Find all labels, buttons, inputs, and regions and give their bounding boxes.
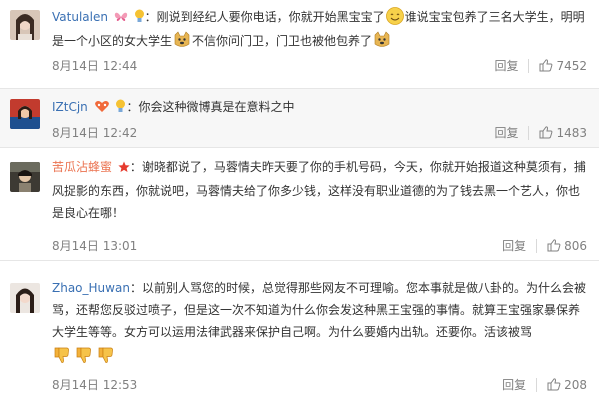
comment-timestamp: 8月14日 12:42 <box>52 126 138 140</box>
comment-timestamp: 8月14日 13:01 <box>52 239 138 253</box>
comment-item: Zhao_Huwan：以前别人骂您的时候，总觉得那些网友不可理喻。您本事就是做八… <box>0 261 599 401</box>
reply-button[interactable]: 回复 <box>502 237 526 254</box>
star-icon <box>118 158 130 180</box>
divider <box>536 238 538 253</box>
reply-button[interactable]: 回复 <box>494 57 518 74</box>
thumbs-down-icon <box>76 347 91 363</box>
like-count: 208 <box>564 377 587 392</box>
comment-body: Zhao_Huwan：以前别人骂您的时候，总觉得那些网友不可理喻。您本事就是做八… <box>52 277 590 365</box>
divider <box>528 125 530 140</box>
comment-actions: 回复 208 <box>502 376 587 393</box>
comment-timestamp: 8月14日 12:53 <box>52 378 138 392</box>
thumbs-up-icon <box>539 59 553 72</box>
thumbs-down-icon <box>98 347 113 363</box>
comment-body: Vatulalen ：刚说到经纪人要你电话，你就开始黑宝宝了 谁说宝宝包养了三名大… <box>52 6 590 52</box>
like-count: 806 <box>564 238 587 253</box>
divider <box>536 377 538 392</box>
like-button[interactable]: 208 <box>547 378 587 392</box>
comment-body: 苦瓜沾蜂蜜 ：谢晓都说了，马蓉情夫昨天要了你的手机号码，今天，你就开始报道这种莫… <box>52 158 586 220</box>
bulb-icon <box>134 8 145 30</box>
like-button[interactable]: 7452 <box>539 59 587 73</box>
reply-button[interactable]: 回复 <box>494 124 518 141</box>
heart-badge-icon <box>94 98 110 120</box>
avatar[interactable] <box>10 10 40 40</box>
doge-emoji-icon <box>173 31 191 49</box>
thumbs-up-icon <box>547 378 561 391</box>
like-button[interactable]: 806 <box>547 239 587 253</box>
avatar[interactable] <box>10 283 40 313</box>
username-link[interactable]: Vatulalen <box>52 10 108 24</box>
comment-actions: 回复 7452 <box>494 57 587 74</box>
comment-timestamp: 8月14日 12:44 <box>52 59 138 73</box>
doge-emoji-icon <box>373 31 391 49</box>
thumbs-up-icon <box>539 126 553 139</box>
comment-body: IZtCjn ：你会这种微博真是在意料之中 <box>52 96 590 120</box>
thumbs-up-icon <box>547 239 561 252</box>
butterfly-icon <box>114 8 128 30</box>
avatar[interactable] <box>10 162 40 192</box>
like-button[interactable]: 1483 <box>539 126 587 140</box>
comment-item: IZtCjn ：你会这种微博真是在意料之中 8月14日 12:42 回复 148… <box>0 89 599 147</box>
like-count: 7452 <box>556 58 587 73</box>
smile-emoji-icon <box>385 7 404 25</box>
divider <box>528 58 530 73</box>
comment-item: 苦瓜沾蜂蜜 ：谢晓都说了，马蓉情夫昨天要了你的手机号码，今天，你就开始报道这种莫… <box>0 148 599 260</box>
thumbs-down-icon <box>54 347 69 363</box>
comment-item: Vatulalen ：刚说到经纪人要你电话，你就开始黑宝宝了 谁说宝宝包养了三名大… <box>0 0 599 88</box>
reply-button[interactable]: 回复 <box>502 376 526 393</box>
thumbs-down-emoji-row <box>52 346 116 364</box>
avatar[interactable] <box>10 99 40 129</box>
comment-text: 你会这种微博真是在意料之中 <box>138 100 295 114</box>
username-link[interactable]: IZtCjn <box>52 100 88 114</box>
bulb-icon <box>115 98 126 120</box>
username-link[interactable]: Zhao_Huwan <box>52 281 130 295</box>
like-count: 1483 <box>556 125 587 140</box>
comment-text: 刚说到经纪人要你电话，你就开始黑宝宝了 <box>156 10 385 24</box>
comment-feed: Vatulalen ：刚说到经纪人要你电话，你就开始黑宝宝了 谁说宝宝包养了三名大… <box>0 0 599 401</box>
comment-actions: 回复 1483 <box>494 124 587 141</box>
comment-actions: 回复 806 <box>502 237 587 254</box>
comment-text: 不信你问门卫，门卫也被他包养了 <box>192 34 373 48</box>
username-link[interactable]: 苦瓜沾蜂蜜 <box>52 160 112 174</box>
